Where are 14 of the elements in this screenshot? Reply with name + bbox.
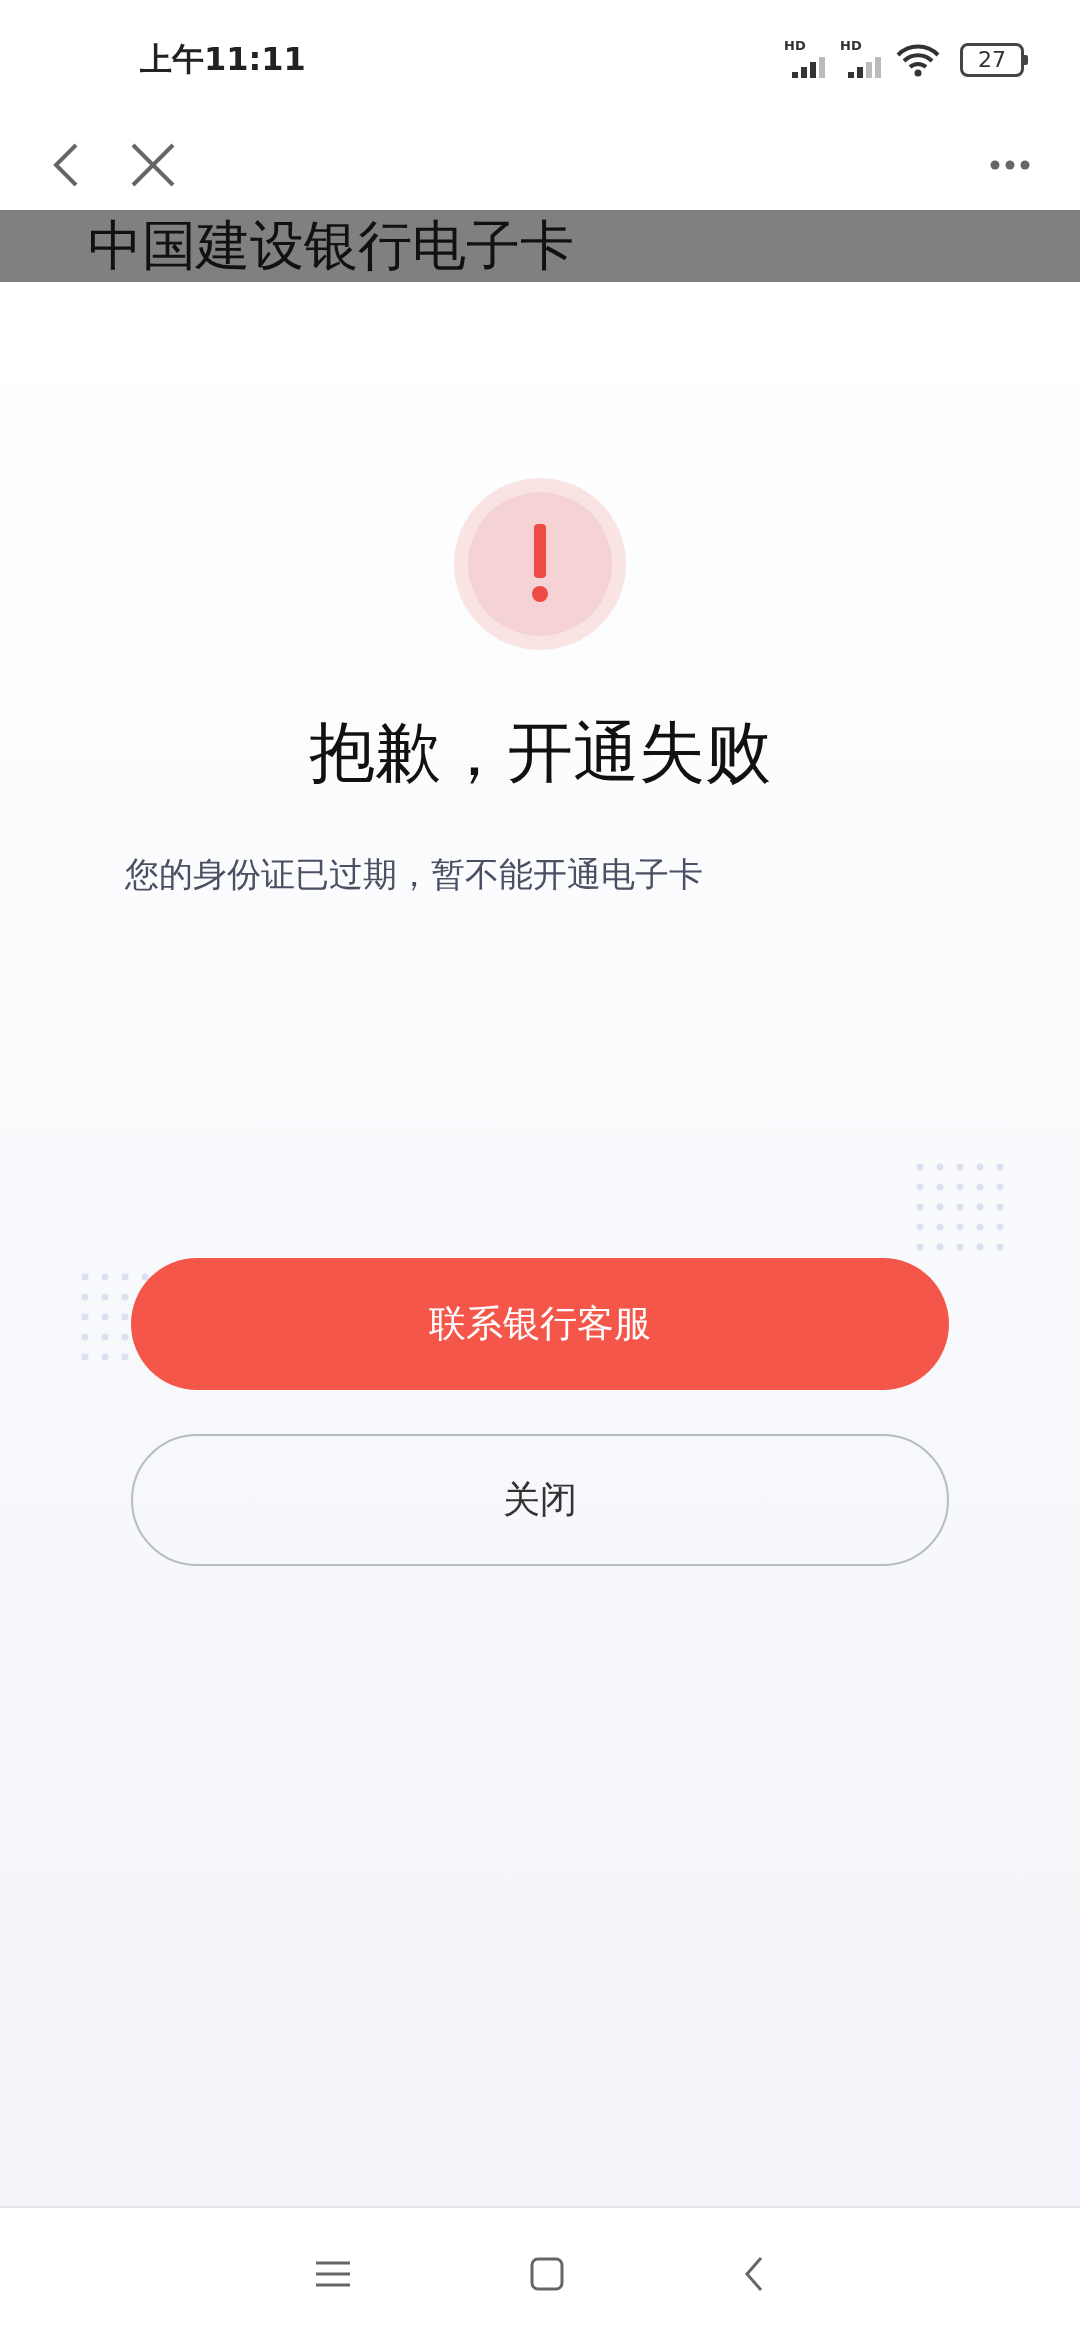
dialog-title: 抱歉，开通失败: [309, 713, 771, 793]
menu-icon[interactable]: [316, 2260, 350, 2288]
dialog-message: 您的身份证已过期，暂不能开通电子卡: [125, 853, 703, 896]
home-icon[interactable]: [530, 2257, 564, 2291]
status-time: 上午11:11: [140, 39, 306, 80]
back-icon[interactable]: [744, 2256, 764, 2292]
close-dialog-button[interactable]: 关闭: [131, 1434, 949, 1566]
network-label: HD: [784, 38, 806, 53]
page-title: 中国建设银行电子卡: [88, 213, 574, 279]
network-label: HD: [840, 38, 862, 53]
back-button[interactable]: [52, 142, 80, 188]
wifi-icon: [896, 43, 940, 77]
close-button[interactable]: [130, 142, 176, 188]
more-button[interactable]: [990, 160, 1030, 170]
